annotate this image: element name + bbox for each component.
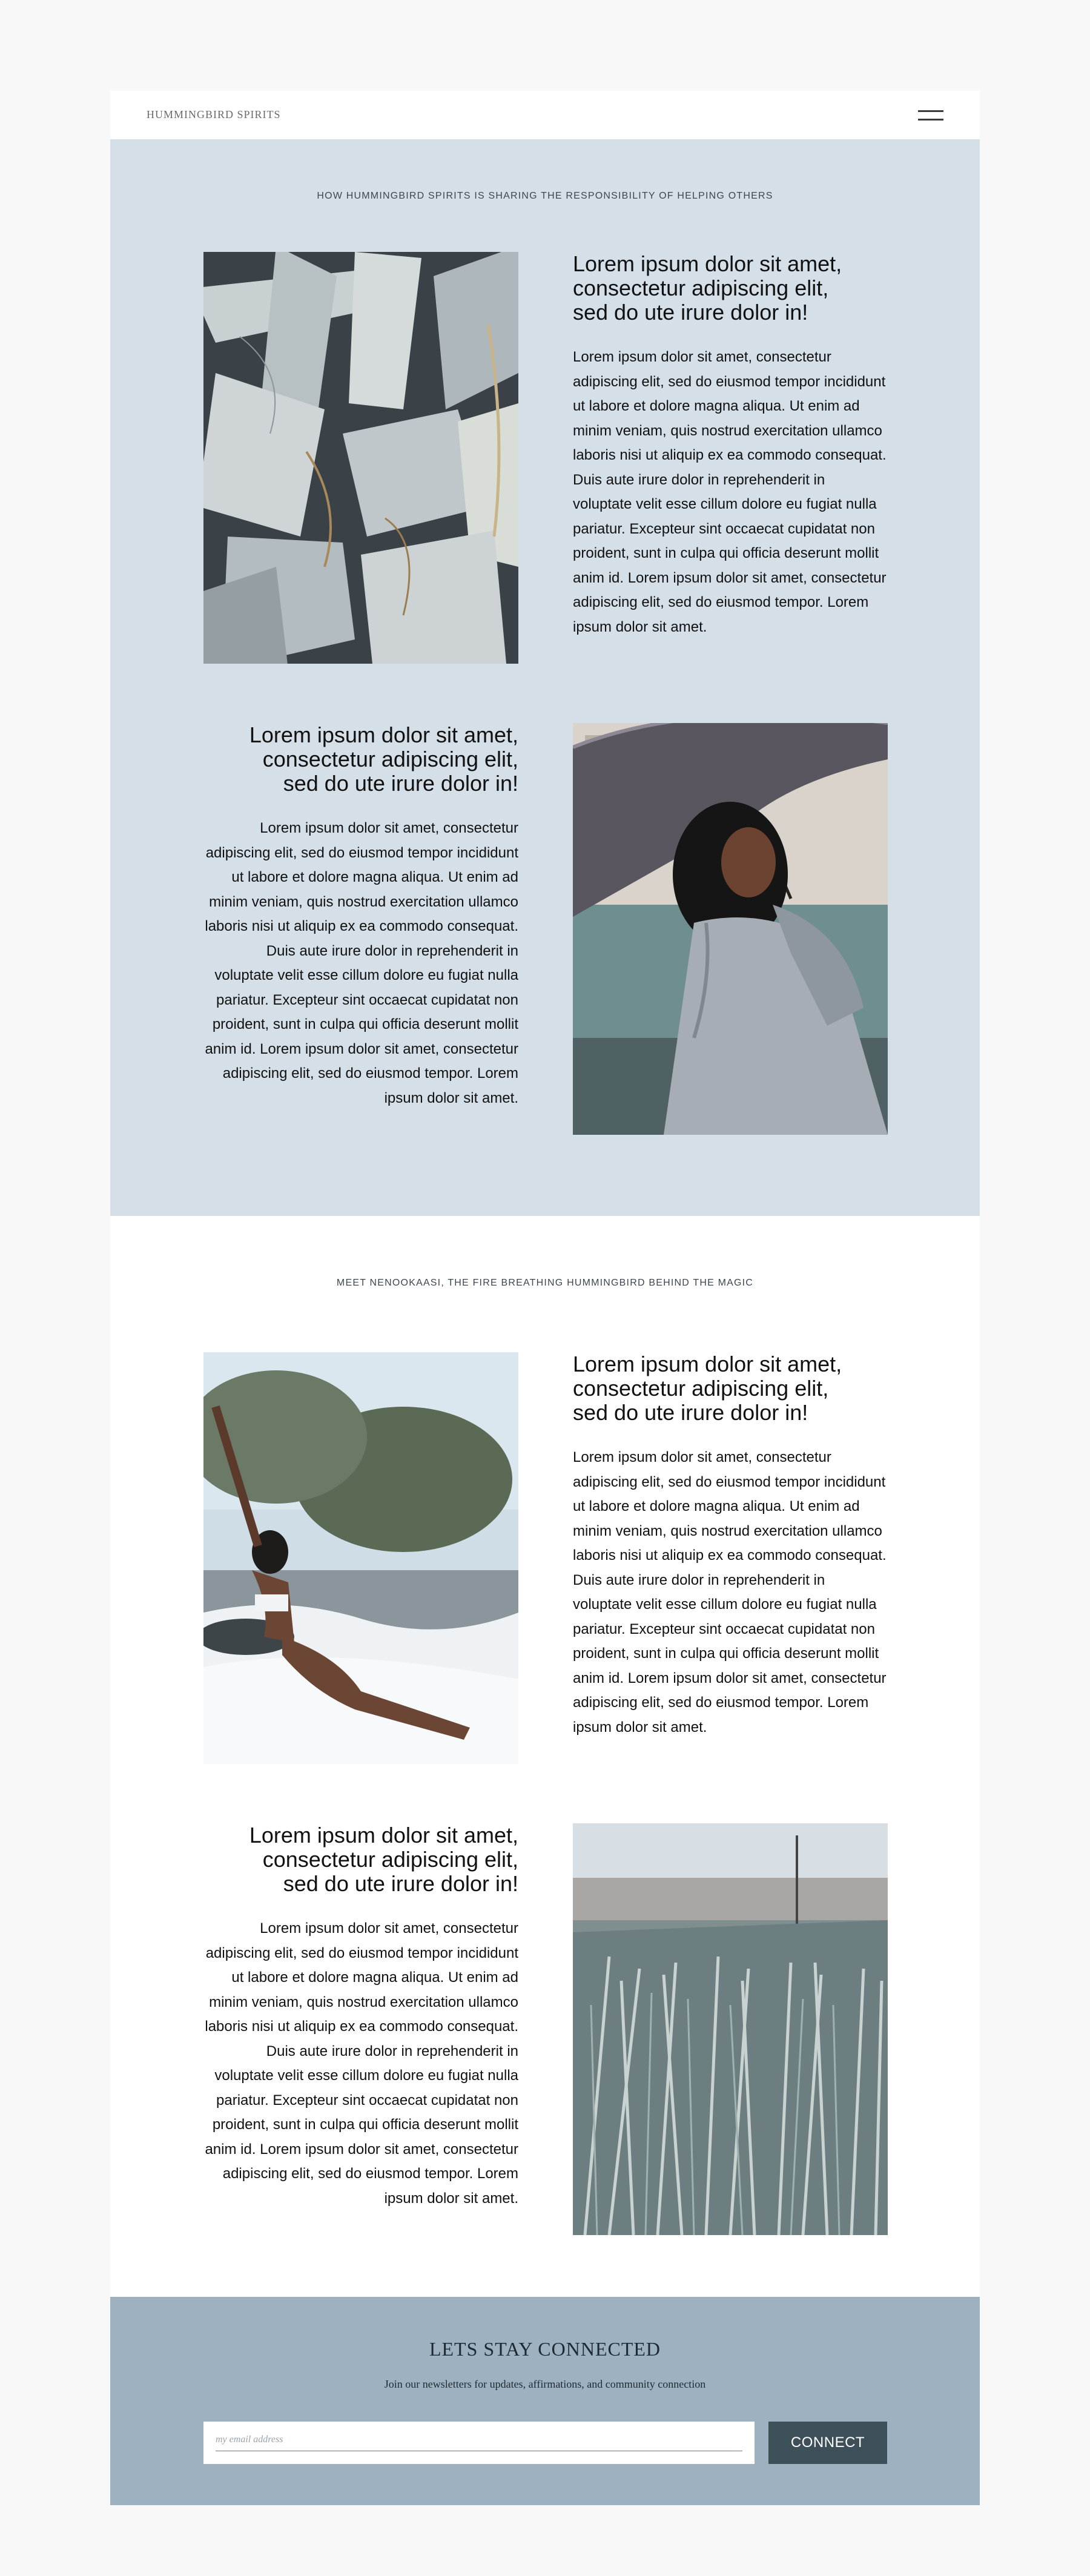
helping-others-section: HOW HUMMINGBIRD SPIRITS IS SHARING THE R… [110,139,980,1216]
meet-nenookaasi-section: MEET NENOOKAASI, THE FIRE BREATHING HUMM… [110,1216,980,2297]
woman-in-waves-photo [203,1352,518,1764]
brand-logo[interactable]: HUMMINGBIRD SPIRITS [147,108,281,121]
feature-title: Lorem ipsum dolor sit amet, consectetur … [249,722,518,796]
email-field[interactable] [216,2429,742,2451]
email-field-container [203,2422,755,2464]
hamburger-menu-icon[interactable] [918,107,943,124]
feature-text-block: Lorem ipsum dolor sit amet, consectetur … [203,723,518,1111]
newsletter-section: LETS STAY CONNECTED Join our newsletters… [110,2297,980,2505]
sage-field-photo [573,1823,888,2235]
site-header: HUMMINGBIRD SPIRITS [110,91,980,139]
feature-title: Lorem ipsum dolor sit amet, consectetur … [573,1352,842,1425]
section-heading: HOW HUMMINGBIRD SPIRITS IS SHARING THE R… [317,191,773,201]
woman-with-umbrella-photo [573,723,888,1135]
feature-text-block: Lorem ipsum dolor sit amet, consectetur … [203,1823,518,2211]
feature-title: Lorem ipsum dolor sit amet, consectetur … [573,251,842,325]
newsletter-subtitle: Join our newsletters for updates, affirm… [384,2378,706,2390]
feature-body: Lorem ipsum dolor sit amet, consectetur … [205,1920,518,2207]
feature-text-block: Lorem ipsum dolor sit amet, consectetur … [573,1352,888,1740]
connect-button[interactable]: CONNECT [768,2422,887,2464]
section-heading: MEET NENOOKAASI, THE FIRE BREATHING HUMM… [336,1278,754,1288]
feature-body: Lorem ipsum dolor sit amet, consectetur … [205,820,518,1106]
newsletter-title: LETS STAY CONNECTED [429,2338,661,2360]
feature-text-block: Lorem ipsum dolor sit amet, consectetur … [573,252,888,639]
feature-title: Lorem ipsum dolor sit amet, consectetur … [249,1823,518,1896]
feature-body: Lorem ipsum dolor sit amet, consectetur … [573,1449,887,1735]
page-container: HUMMINGBIRD SPIRITS HOW HUMMINGBIRD SPIR… [110,91,980,2505]
sage-leaves-photo [203,252,518,664]
feature-body: Lorem ipsum dolor sit amet, consectetur … [573,349,887,635]
